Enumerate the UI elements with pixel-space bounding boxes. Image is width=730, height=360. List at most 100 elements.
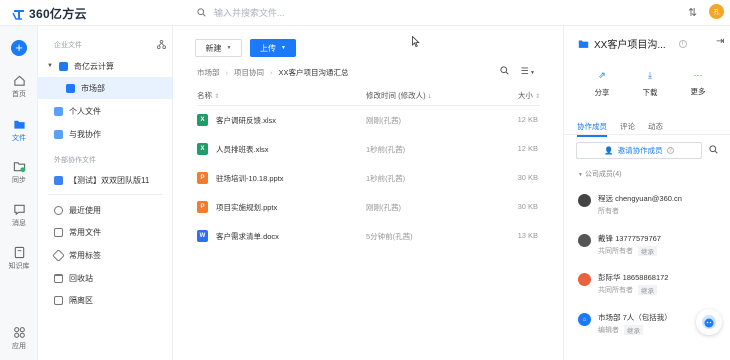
- column-modified[interactable]: 修改时间 (修改人) ↓: [366, 90, 431, 101]
- share-icon: ⇗: [598, 70, 606, 80]
- global-search[interactable]: 输入并搜索文件...: [197, 6, 285, 19]
- nav-recent[interactable]: 最近使用: [38, 199, 173, 221]
- breadcrumb-item[interactable]: 项目协同: [234, 67, 264, 78]
- user-avatar[interactable]: 孔: [709, 4, 724, 19]
- rail-messages[interactable]: 消息: [0, 203, 38, 228]
- left-rail: + 首页 文件 同步 消息 知识库 应用: [0, 26, 38, 360]
- company-members-group[interactable]: ▼ 公司成员(4): [578, 169, 621, 179]
- file-modified: 5分钟前(孔茜): [366, 232, 413, 241]
- assistant-icon: [702, 315, 716, 329]
- company-icon: [58, 61, 68, 71]
- department-icon: ⌂: [578, 313, 591, 326]
- caret-down-icon: ▼: [226, 45, 232, 51]
- file-name: 驻场培训-10.18.pptx: [216, 174, 284, 183]
- nav-company[interactable]: ▼ 奇亿云计算: [38, 55, 173, 77]
- member-role: 所有者: [598, 208, 619, 215]
- file-name: 人员排班表.xlsx: [216, 145, 269, 154]
- nav-common-label: 常用文件: [69, 227, 101, 237]
- file-name: 客户调研反馈.xlsx: [216, 116, 276, 125]
- member-role: 共同所有者 继承: [598, 285, 657, 295]
- nav-recycle-bin[interactable]: 回收站: [38, 267, 173, 289]
- nav-external-team-label: 【测试】双双团队版11: [69, 175, 150, 185]
- rail-files-label: 文件: [12, 135, 26, 142]
- share-label: 分享: [594, 88, 610, 97]
- file-icon: [54, 227, 63, 237]
- transfer-icon[interactable]: ⇅: [688, 6, 697, 19]
- file-size: 12 KB: [517, 144, 538, 153]
- top-bar: 360亿方云 输入并搜索文件... ⇅ 孔: [0, 0, 730, 26]
- table-row[interactable]: W 客户需求清单.docx 5分钟前(孔茜) 13 KB: [197, 223, 540, 251]
- upload-button[interactable]: 上传 ▼: [250, 39, 296, 57]
- search-icon: [197, 8, 206, 17]
- rail-files[interactable]: 文件: [0, 118, 38, 143]
- xlsx-file-icon: X: [197, 114, 208, 126]
- home-icon: [13, 75, 25, 86]
- file-size: 30 KB: [517, 173, 538, 182]
- file-modified: 刚刚(孔茜): [366, 203, 401, 212]
- member-row[interactable]: 戴锋 13777579767 共同所有者 继承: [578, 231, 728, 261]
- column-name[interactable]: 名称 ⇕: [197, 90, 219, 101]
- file-browser: 新建 ▼ 上传 ▼ 市场部 › 项目协同 › XX客户项目沟通汇总 ☰ ▼ 名称…: [174, 26, 563, 360]
- folder-icon: [578, 39, 589, 48]
- section-enterprise-files: 企业文件: [54, 42, 82, 49]
- new-button[interactable]: 新建 ▼: [195, 39, 242, 57]
- more-action[interactable]: ··· 更多: [678, 70, 718, 97]
- rail-apps[interactable]: 应用: [0, 326, 38, 351]
- app-logo[interactable]: 360亿方云: [12, 5, 87, 22]
- search-icon[interactable]: [499, 66, 509, 75]
- divider: [564, 134, 730, 135]
- caret-down-icon: ▼: [47, 63, 53, 69]
- upload-button-label: 上传: [260, 43, 277, 53]
- logo-text: 360亿方云: [29, 7, 87, 21]
- help-assistant-button[interactable]: [696, 309, 722, 335]
- trash-icon: [54, 273, 63, 283]
- rail-sync[interactable]: 同步: [0, 160, 38, 185]
- panel-title: XX客户项目沟... i: [578, 36, 687, 51]
- rail-sync-label: 同步: [12, 177, 26, 184]
- info-icon[interactable]: i: [678, 39, 687, 48]
- file-modified: 1秒前(孔茜): [366, 174, 406, 183]
- panel-folder-name: XX客户项目沟...: [594, 40, 666, 51]
- team-icon: [54, 175, 63, 185]
- column-size[interactable]: 大小 ⇕: [518, 90, 540, 101]
- collapse-panel-icon[interactable]: ⇥: [716, 36, 724, 47]
- nav-tags-label: 常用标签: [69, 250, 101, 260]
- help-icon[interactable]: ?: [666, 147, 674, 154]
- file-name: 客户需求清单.docx: [216, 232, 279, 241]
- table-row[interactable]: P 项目实施规划.pptx 刚刚(孔茜) 30 KB: [197, 194, 540, 222]
- org-tree-icon[interactable]: [157, 40, 166, 49]
- rail-messages-label: 消息: [12, 220, 26, 227]
- nav-common-files[interactable]: 常用文件: [38, 221, 173, 243]
- docx-file-icon: W: [197, 230, 208, 242]
- search-icon[interactable]: [709, 145, 718, 154]
- file-size: 30 KB: [517, 202, 538, 211]
- member-role: 共同所有者 继承: [598, 246, 657, 256]
- member-row[interactable]: 彭际华 18658868172 共同所有者 继承: [578, 270, 728, 300]
- nav-external-team[interactable]: 【测试】双双团队版11: [38, 169, 173, 191]
- more-icon: ···: [693, 70, 703, 80]
- member-row[interactable]: 程远 chengyuan@360.cn 所有者: [578, 191, 728, 221]
- breadcrumb-item[interactable]: 市场部: [197, 67, 220, 78]
- rail-knowledge[interactable]: 知识库: [0, 246, 38, 271]
- share-action[interactable]: ⇗ 分享: [582, 70, 622, 98]
- table-row[interactable]: X 人员排班表.xlsx 1秒前(孔茜) 12 KB: [197, 136, 540, 164]
- download-action[interactable]: ⤓ 下载: [630, 70, 670, 98]
- nav-shared[interactable]: 与我协作: [38, 123, 173, 145]
- nav-quarantine[interactable]: 隔离区: [38, 289, 173, 311]
- add-user-icon: 👤: [604, 146, 614, 155]
- nav-recycle-label: 回收站: [69, 273, 93, 283]
- table-row[interactable]: X 客户调研反馈.xlsx 刚刚(孔茜) 12 KB: [197, 107, 540, 135]
- rail-home[interactable]: 首页: [0, 74, 38, 99]
- nav-personal-files[interactable]: 个人文件: [38, 100, 173, 122]
- add-button[interactable]: +: [11, 40, 27, 56]
- list-view-icon[interactable]: ☰ ▼: [521, 66, 535, 77]
- table-row[interactable]: P 驻场培训-10.18.pptx 1秒前(孔茜) 30 KB: [197, 165, 540, 193]
- rail-knowledge-label: 知识库: [8, 263, 30, 270]
- nav-market-dept[interactable]: 市场部: [38, 77, 173, 99]
- table-header: 名称 ⇕ 修改时间 (修改人) ↓ 大小 ⇕: [197, 90, 540, 104]
- search-input[interactable]: 输入并搜索文件...: [214, 6, 285, 19]
- message-icon: [13, 204, 25, 216]
- apps-grid-icon: [13, 327, 25, 338]
- invite-members-button[interactable]: 👤 邀请协作成员 ?: [576, 142, 702, 159]
- nav-tags[interactable]: 常用标签: [38, 244, 173, 266]
